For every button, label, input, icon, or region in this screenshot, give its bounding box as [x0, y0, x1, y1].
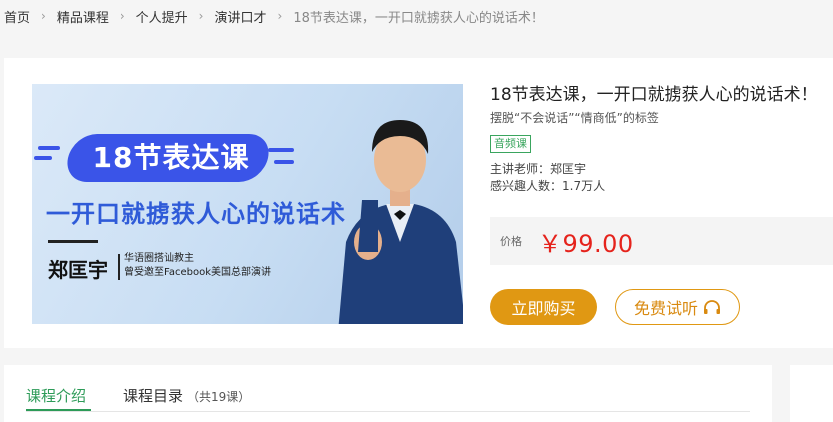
- free-trial-label: 免费试听: [633, 299, 698, 318]
- chevron-right-icon: ›: [41, 9, 46, 23]
- cover-subtitle: 一开口就掳获人心的说话术: [46, 200, 346, 228]
- cover-stripe: [274, 160, 294, 164]
- headphones-icon: [703, 299, 721, 315]
- cover-stripe: [268, 148, 294, 152]
- course-teacher: 主讲老师：郑匡宇: [490, 162, 587, 176]
- breadcrumb-personal-growth[interactable]: 个人提升: [136, 7, 188, 26]
- breadcrumb-premium-courses[interactable]: 精品课程: [57, 7, 109, 26]
- tab-course-intro-label: 课程介绍: [26, 387, 87, 405]
- course-title: 18节表达课，一开口就掳获人心的说话术！: [490, 85, 818, 105]
- course-info: 18节表达课，一开口就掳获人心的说话术！ 摆脱“不会说话”“情商低”的标签 音频…: [490, 80, 833, 195]
- cover-divider-line: [48, 240, 98, 243]
- tab-course-catalog-label: 课程目录: [123, 387, 184, 405]
- chevron-right-icon: ›: [198, 9, 204, 23]
- course-interest-count: 感兴趣人数：1.7万人: [490, 179, 606, 193]
- cover-stripe: [34, 156, 52, 160]
- tab-course-intro[interactable]: 课程介绍: [26, 385, 86, 406]
- cover-desc-line2: 曾受邀至Facebook美国总部演讲: [124, 267, 271, 278]
- free-trial-button[interactable]: 免费试听: [615, 289, 740, 325]
- breadcrumb-current: 18节表达课，一开口就掳获人心的说话术！: [293, 10, 544, 26]
- tab-course-catalog-count: （共19课）: [187, 390, 251, 404]
- breadcrumb: 首页 › 精品课程 › 个人提升 › 演讲口才 › 18节表达课，一开口就掳获人…: [0, 0, 833, 32]
- course-subtitle: 摆脱“不会说话”“情商低”的标签: [490, 111, 659, 125]
- chevron-right-icon: ›: [277, 9, 283, 23]
- cover-stripe: [38, 146, 60, 150]
- buy-now-button[interactable]: 立即购买: [490, 289, 597, 325]
- course-meta: 主讲老师：郑匡宇 感兴趣人数：1.7万人: [490, 161, 833, 195]
- breadcrumb-home[interactable]: 首页: [4, 7, 30, 26]
- cover-desc-line1: 华语圈搭讪教主: [124, 253, 194, 264]
- active-tab-underline: [26, 409, 91, 411]
- cover-teacher-desc: 华语圈搭讪教主 曾受邀至Facebook美国总部演讲: [124, 252, 271, 280]
- tab-course-catalog[interactable]: 课程目录 （共19课）: [123, 385, 250, 406]
- cover-name-divider: [118, 254, 120, 280]
- side-panel: [790, 365, 833, 422]
- breadcrumb-speech[interactable]: 演讲口才: [214, 7, 266, 26]
- course-tabs: 课程介绍 课程目录 （共19课）: [4, 365, 772, 422]
- course-card: 18节表达课 一开口就掳获人心的说话术 郑匡宇 华语圈搭讪教主 曾受邀至Face…: [4, 58, 833, 348]
- price-box: 价格 ￥99.00: [490, 217, 833, 265]
- price-label: 价格: [500, 235, 522, 248]
- tabs-divider: [26, 411, 750, 412]
- price-value: ￥99.00: [538, 229, 634, 258]
- chevron-right-icon: ›: [119, 9, 125, 23]
- course-cover-image: 18节表达课 一开口就掳获人心的说话术 郑匡宇 华语圈搭讪教主 曾受邀至Face…: [32, 84, 463, 324]
- cover-title: 18节表达课: [92, 141, 250, 174]
- buy-now-label: 立即购买: [511, 299, 576, 318]
- course-type-badge: 音频课: [490, 135, 531, 153]
- cover-teacher-name: 郑匡宇: [48, 258, 108, 282]
- teacher-portrait: [338, 120, 463, 324]
